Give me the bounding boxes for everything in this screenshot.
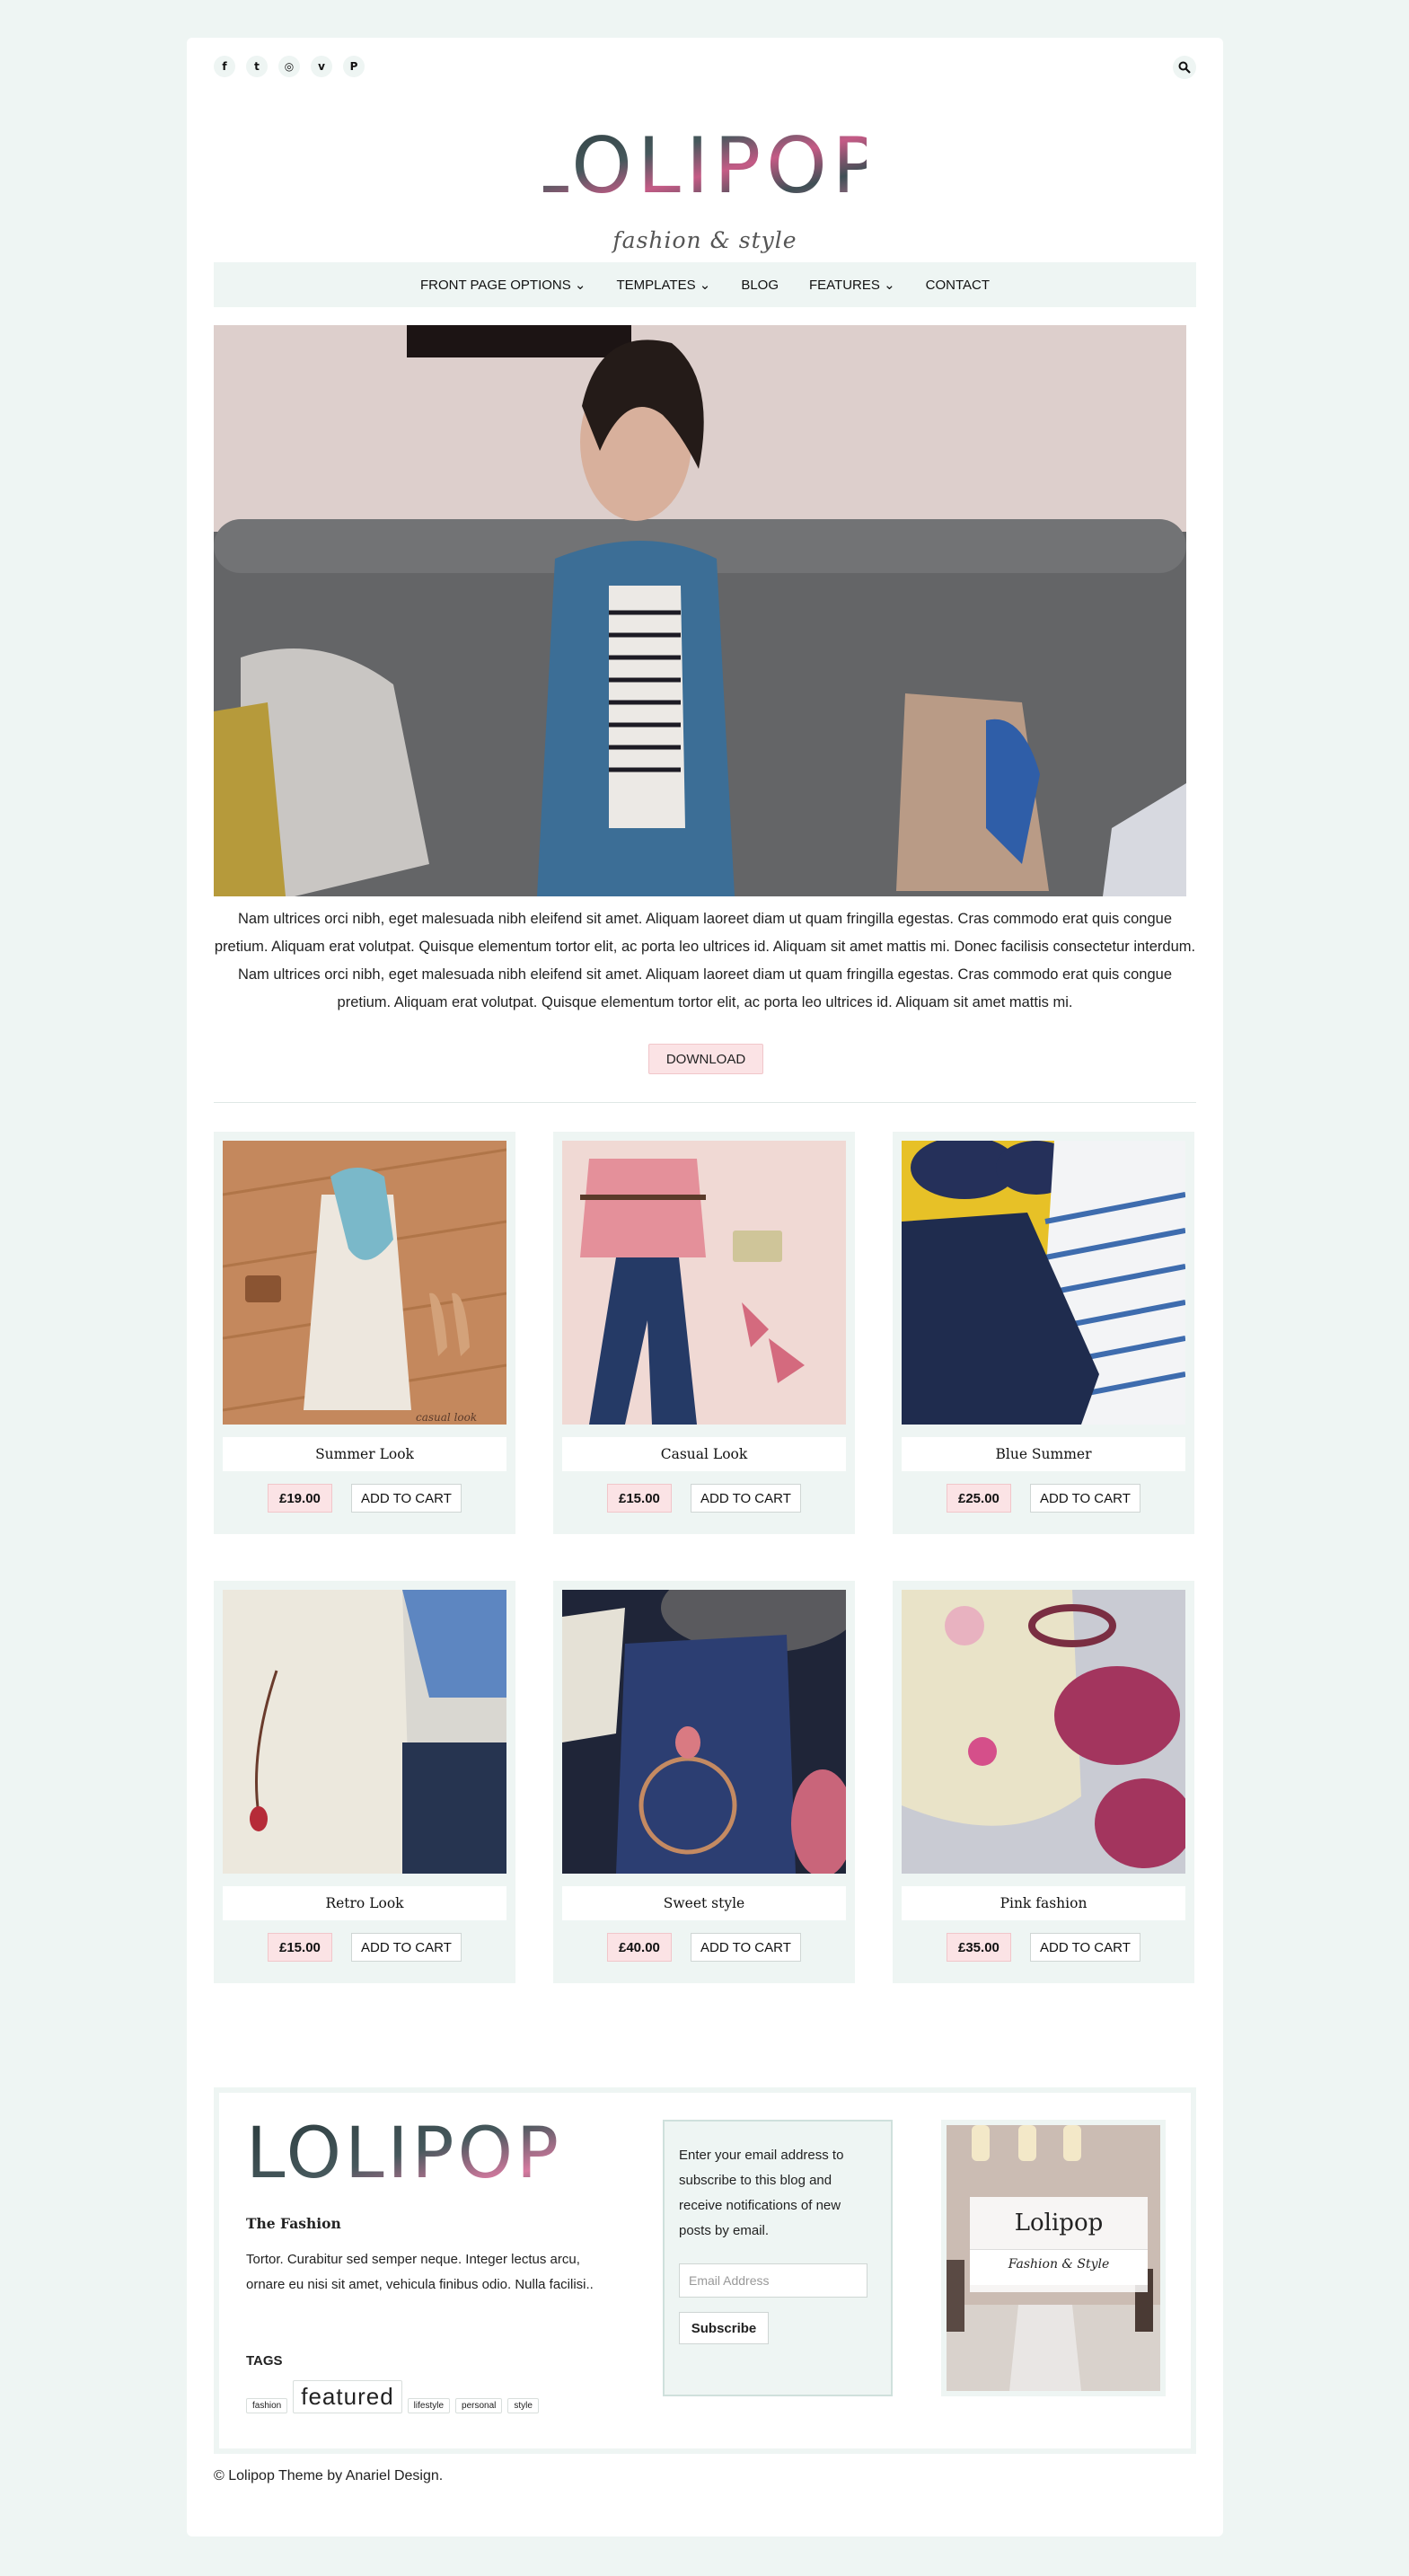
tags-heading: TAGS — [246, 2353, 283, 2369]
site-logo[interactable]: LOLIPOP fashion & style — [187, 121, 1223, 253]
subscribe-text: Enter your email address to subscribe to… — [679, 2148, 844, 2238]
main-nav: FRONT PAGE OPTIONS ⌄ TEMPLATES ⌄ BLOG FE… — [214, 262, 1196, 307]
product-card-blue-summer: Blue Summer £25.00 ADD TO CART — [893, 1132, 1194, 1534]
hero-description: Nam ultrices orci nibh, eget malesuada n… — [214, 911, 1196, 1010]
tag-fashion[interactable]: fashion — [246, 2398, 288, 2413]
product-title[interactable]: Blue Summer — [902, 1437, 1185, 1471]
twitter-icon[interactable]: t — [246, 56, 268, 77]
nav-item-features[interactable]: FEATURES ⌄ — [809, 277, 895, 293]
product-price: £35.00 — [947, 1933, 1011, 1962]
svg-text:casual look: casual look — [416, 1411, 477, 1424]
product-price: £25.00 — [947, 1484, 1011, 1513]
copyright-text: © Lolipop Theme by Anariel Design. — [214, 2468, 444, 2483]
image-widget[interactable]: Lolipop Fashion & Style — [941, 2120, 1166, 2396]
footer-widgets: LOLIPOP The Fashion Tortor. Curabitur se… — [214, 2087, 1196, 2454]
nav-item-contact[interactable]: CONTACT — [926, 278, 990, 293]
product-image[interactable] — [902, 1141, 1185, 1425]
add-to-cart-button[interactable]: ADD TO CART — [1030, 1484, 1140, 1513]
social-links: f t ◎ v P — [214, 56, 365, 77]
product-price: £15.00 — [268, 1933, 332, 1962]
tag-lifestyle[interactable]: lifestyle — [407, 2398, 451, 2413]
tag-featured[interactable]: featured — [293, 2380, 402, 2413]
subscribe-button[interactable]: Subscribe — [679, 2312, 769, 2344]
product-image[interactable] — [562, 1590, 846, 1874]
download-button[interactable]: DOWNLOAD — [648, 1044, 763, 1074]
product-card-pink-fashion: Pink fashion £35.00 ADD TO CART — [893, 1581, 1194, 1983]
footer-about-text: Tortor. Curabitur sed semper neque. Inte… — [246, 2252, 594, 2292]
vimeo-icon[interactable]: v — [311, 56, 332, 77]
product-title[interactable]: Retro Look — [223, 1886, 506, 1920]
facebook-icon[interactable]: f — [214, 56, 235, 77]
nav-item-blog[interactable]: BLOG — [741, 278, 779, 293]
product-price: £40.00 — [607, 1933, 672, 1962]
tag-personal[interactable]: personal — [455, 2398, 503, 2413]
add-to-cart-button[interactable]: ADD TO CART — [351, 1933, 462, 1962]
product-title[interactable]: Summer Look — [223, 1437, 506, 1471]
logo-graphic: LOLIPOP — [525, 121, 878, 211]
product-title[interactable]: Casual Look — [562, 1437, 846, 1471]
page-container: f t ◎ v P LOLIPOP fashion & style FRONT … — [187, 38, 1223, 2536]
add-to-cart-button[interactable]: ADD TO CART — [691, 1933, 801, 1962]
search-button[interactable] — [1173, 56, 1196, 79]
section-divider — [214, 1102, 1196, 1103]
product-image[interactable] — [562, 1141, 846, 1425]
product-image[interactable] — [223, 1590, 506, 1874]
product-price: £15.00 — [607, 1484, 672, 1513]
footer-logo[interactable]: LOLIPOP — [246, 2113, 569, 2201]
footer-about-title[interactable]: The Fashion — [246, 2215, 341, 2232]
email-field[interactable]: Email Address — [679, 2263, 867, 2298]
instagram-icon[interactable]: ◎ — [278, 56, 300, 77]
product-price: £19.00 — [268, 1484, 332, 1513]
svg-text:LOLIPOP: LOLIPOP — [246, 2118, 562, 2190]
product-title[interactable]: Pink fashion — [902, 1886, 1185, 1920]
pinterest-icon[interactable]: P — [343, 56, 365, 77]
add-to-cart-button[interactable]: ADD TO CART — [1030, 1933, 1140, 1962]
nav-item-templates[interactable]: TEMPLATES ⌄ — [617, 277, 711, 293]
image-widget-title: Lolipop — [1014, 2210, 1104, 2236]
product-card-casual-look: Casual Look £15.00 ADD TO CART — [553, 1132, 855, 1534]
logo-tagline: fashion & style — [612, 227, 797, 253]
product-image[interactable]: casual look — [223, 1141, 506, 1425]
image-widget-subtitle: Fashion & Style — [970, 2249, 1148, 2285]
product-title[interactable]: Sweet style — [562, 1886, 846, 1920]
search-icon — [1178, 61, 1191, 74]
hero-image — [214, 325, 1186, 896]
product-card-retro-look: Retro Look £15.00 ADD TO CART — [214, 1581, 515, 1983]
tag-cloud: fashion featured lifestyle personal styl… — [246, 2380, 539, 2413]
image-widget-caption: Lolipop Fashion & Style — [970, 2197, 1148, 2292]
tag-style[interactable]: style — [507, 2398, 539, 2413]
product-card-sweet-style: Sweet style £40.00 ADD TO CART — [553, 1581, 855, 1983]
add-to-cart-button[interactable]: ADD TO CART — [691, 1484, 801, 1513]
nav-item-front-page-options[interactable]: FRONT PAGE OPTIONS ⌄ — [420, 277, 586, 293]
product-card-summer-look: casual look Summer Look £19.00 ADD TO CA… — [214, 1132, 515, 1534]
subscribe-widget: Enter your email address to subscribe to… — [663, 2120, 893, 2396]
svg-text:LOLIPOP: LOLIPOP — [543, 128, 867, 211]
product-image[interactable] — [902, 1590, 1185, 1874]
add-to-cart-button[interactable]: ADD TO CART — [351, 1484, 462, 1513]
